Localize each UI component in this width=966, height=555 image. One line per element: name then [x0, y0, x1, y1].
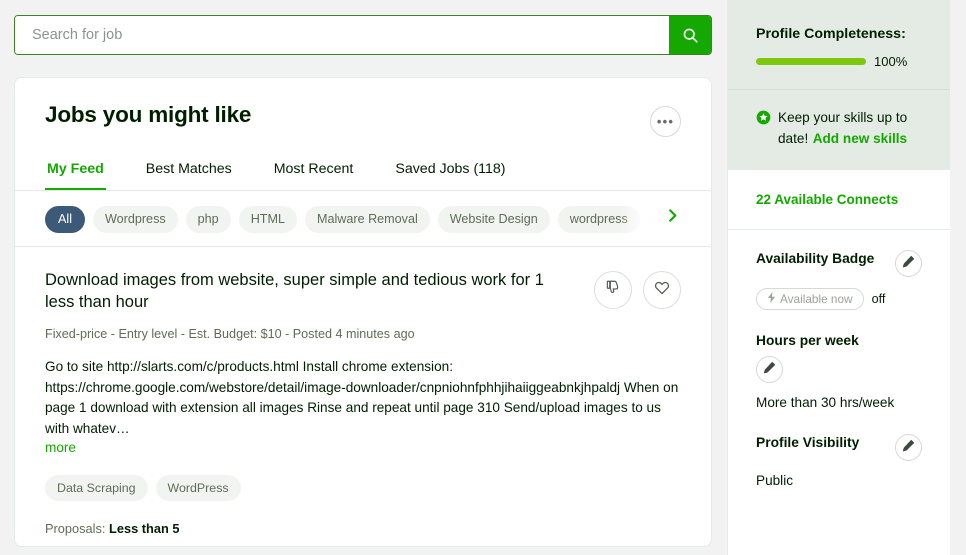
- job-meta: Fixed-price - Entry level - Est. Budget:…: [45, 327, 415, 341]
- chip-html[interactable]: HTML: [238, 205, 297, 233]
- job-feed-page: Jobs you might like ••• My Feed Best Mat…: [0, 0, 966, 555]
- pencil-icon: [902, 439, 915, 457]
- job-skill-tags: Data Scraping WordPress: [45, 475, 681, 501]
- dislike-job-button[interactable]: [594, 271, 632, 309]
- tab-my-feed[interactable]: My Feed: [45, 155, 106, 190]
- job-proposals: Proposals: Less than 5: [45, 521, 681, 536]
- profile-completeness-label: Profile Completeness:: [756, 26, 906, 42]
- hours-per-week-setting: Hours per week More than 30 hrs/week: [756, 332, 922, 412]
- chevron-right-icon: [665, 208, 680, 228]
- skill-tag-data-scraping[interactable]: Data Scraping: [45, 475, 148, 501]
- panel-divider: [728, 89, 950, 90]
- save-job-button[interactable]: [643, 271, 681, 309]
- availability-state-row: Available now off: [756, 288, 922, 310]
- feed-tabs: My Feed Best Matches Most Recent Saved J…: [15, 155, 711, 191]
- page-title: Jobs you might like: [45, 102, 252, 127]
- edit-hours-button[interactable]: [756, 356, 783, 383]
- profile-completeness-progress: 100%: [756, 54, 922, 69]
- chip-malware-removal[interactable]: Malware Removal: [304, 205, 430, 233]
- hours-per-week-value: More than 30 hrs/week: [756, 395, 895, 410]
- search-icon: [682, 27, 699, 44]
- skill-tag-wordpress[interactable]: WordPress: [155, 475, 241, 501]
- profile-settings-panel: Availability Badge Available now off Hou…: [728, 230, 950, 490]
- feed-header: Jobs you might like •••: [15, 78, 711, 137]
- job-description: Go to site http://slarts.com/c/products.…: [45, 359, 679, 436]
- ellipsis-icon: •••: [656, 113, 675, 129]
- connects-panel: 22 Available Connects: [728, 170, 950, 230]
- search-submit-button[interactable]: [669, 16, 711, 54]
- feed-filter-chips-row: All Wordpress php HTML Malware Removal W…: [15, 191, 711, 247]
- heart-icon: [654, 280, 670, 301]
- jobs-feed-card: Jobs you might like ••• My Feed Best Mat…: [14, 77, 712, 547]
- sidebar: Profile Completeness: 100% Keep your ski: [727, 0, 950, 555]
- pencil-icon: [763, 361, 776, 379]
- chip-website-design[interactable]: Website Design: [437, 205, 550, 233]
- chip-wordpress[interactable]: Wordpress: [93, 205, 178, 233]
- lightning-bolt-icon: [767, 292, 776, 306]
- tab-best-matches[interactable]: Best Matches: [144, 155, 234, 190]
- available-now-label: Available now: [780, 292, 853, 306]
- star-circle-icon: [756, 110, 771, 130]
- job-title-link[interactable]: Download images from website, super simp…: [45, 269, 570, 313]
- tab-most-recent[interactable]: Most Recent: [272, 155, 356, 190]
- skills-reminder: Keep your skills up to date! Add new ski…: [756, 108, 922, 148]
- search-input[interactable]: [15, 16, 669, 54]
- availability-badge-title: Availability Badge: [756, 251, 875, 266]
- add-new-skills-link[interactable]: Add new skills: [813, 131, 907, 146]
- progress-percent-label: 100%: [874, 54, 908, 69]
- sidebar-column: Profile Completeness: 100% Keep your ski: [726, 0, 966, 555]
- profile-visibility-value: Public: [756, 473, 794, 488]
- profile-visibility-title: Profile Visibility: [756, 435, 860, 450]
- available-connects-link[interactable]: 22 Available Connects: [756, 192, 898, 207]
- edit-availability-button[interactable]: [895, 250, 922, 277]
- chip-wordpress-lower[interactable]: wordpress: [557, 205, 640, 233]
- pencil-icon: [902, 255, 915, 273]
- thumbs-down-icon: [606, 280, 621, 300]
- available-now-pill[interactable]: Available now: [756, 288, 864, 310]
- progress-bar-fill: [756, 58, 866, 65]
- edit-visibility-button[interactable]: [895, 434, 922, 461]
- availability-state: off: [871, 292, 886, 306]
- chip-all[interactable]: All: [45, 205, 85, 233]
- main-content-column: Jobs you might like ••• My Feed Best Mat…: [0, 0, 726, 555]
- proposals-value: Less than 5: [109, 521, 180, 536]
- job-header: Download images from website, super simp…: [45, 269, 681, 313]
- job-more-link[interactable]: more: [45, 440, 76, 455]
- job-list-item: Download images from website, super simp…: [15, 247, 711, 546]
- job-search-bar: [14, 15, 712, 55]
- proposals-label: Proposals:: [45, 521, 106, 536]
- hours-per-week-title: Hours per week: [756, 333, 859, 348]
- tab-saved-jobs[interactable]: Saved Jobs (118): [393, 155, 507, 190]
- availability-badge-setting: Availability Badge Available now off: [756, 250, 922, 310]
- profile-panel: Profile Completeness: 100% Keep your ski: [728, 0, 950, 170]
- job-action-buttons: [594, 271, 681, 309]
- chip-php[interactable]: php: [185, 205, 231, 233]
- feed-options-button[interactable]: •••: [650, 106, 681, 137]
- profile-visibility-setting: Profile Visibility Public: [756, 434, 922, 490]
- chips-next-button[interactable]: [657, 203, 687, 233]
- feed-filter-chips: All Wordpress php HTML Malware Removal W…: [45, 205, 660, 233]
